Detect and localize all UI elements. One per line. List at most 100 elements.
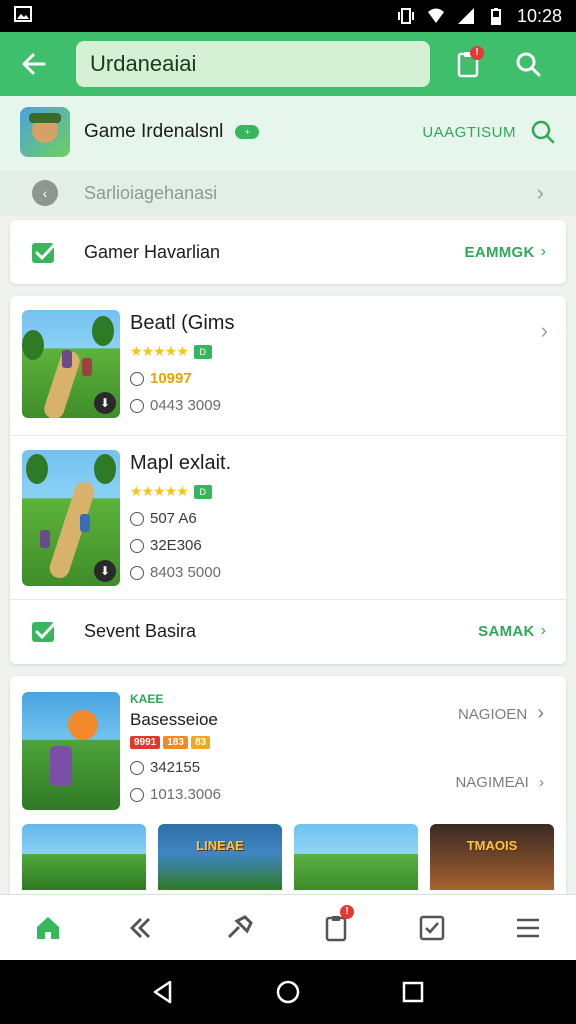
- arrow-left-icon: [22, 53, 46, 75]
- hammer-icon: [227, 914, 253, 938]
- clock-icon: [130, 398, 144, 413]
- search-input[interactable]: Urdaneaiai: [76, 41, 430, 87]
- game-2-price: 507 A6: [150, 510, 197, 527]
- sub-navigation-row[interactable]: ‹ Sarlioiagehanasi ›: [0, 170, 576, 216]
- screenshot-thumb[interactable]: [294, 824, 418, 890]
- game-list-item[interactable]: ⬇ Mapl exlait. ★★★★★ D 507 A6 32E306 840…: [10, 436, 566, 600]
- game-thumbnail: [20, 107, 70, 157]
- chevron-right-icon: ›: [540, 318, 548, 343]
- gamer-row-label: Gamer Havarlian: [84, 241, 221, 262]
- vibrate-icon: [397, 8, 414, 24]
- checkbox-icon: [32, 241, 58, 263]
- game-2-meta: 32E306: [150, 537, 202, 554]
- home-icon: [37, 916, 59, 939]
- coin-icon: [130, 371, 144, 386]
- servers-row[interactable]: Sevent Basira SAMAK ›: [10, 600, 566, 662]
- search-icon: [516, 52, 541, 77]
- rating-stars-icon: ★★★★★: [130, 343, 189, 359]
- nav-back-history[interactable]: [114, 903, 174, 953]
- game-1-tag: D: [193, 344, 212, 359]
- gallery-icon: [14, 5, 32, 22]
- clock-icon: [130, 760, 144, 775]
- system-back-button[interactable]: [138, 967, 188, 1017]
- screenshot-thumb[interactable]: TMAOIS: [430, 824, 554, 890]
- game-2-artwork: ⬇: [22, 450, 120, 586]
- featured-right-link-2[interactable]: NAGIMEAI: [455, 774, 528, 791]
- notification-badge: !: [470, 46, 484, 60]
- download-size-icon: [130, 787, 144, 802]
- notifications-button[interactable]: !: [446, 42, 490, 86]
- circle-home-icon: [276, 980, 300, 1004]
- servers-row-label: Sevent Basira: [84, 620, 197, 641]
- square-recents-icon: [403, 981, 424, 1003]
- reply-all-icon: [130, 917, 151, 938]
- back-button[interactable]: [12, 42, 56, 86]
- chevron-right-icon: ›: [540, 243, 546, 260]
- nav-tools[interactable]: [210, 903, 270, 953]
- app-bar: Urdaneaiai !: [0, 32, 576, 96]
- gamer-row[interactable]: Gamer Havarlian EAMMGK ›: [10, 220, 566, 284]
- system-recents-button[interactable]: [388, 967, 438, 1017]
- download-icon: ⬇: [94, 392, 116, 414]
- download-size-icon: [130, 565, 144, 580]
- screenshot-thumb[interactable]: LINEAE: [158, 824, 282, 890]
- search-icon[interactable]: [530, 119, 556, 145]
- featured-chip: 83: [190, 736, 211, 749]
- battery-icon: [490, 8, 501, 25]
- nav-badge: !: [340, 904, 354, 919]
- game-2-size: 8403 5000: [150, 564, 221, 581]
- download-icon: ⬇: [94, 560, 116, 582]
- chevron-right-icon: ›: [539, 774, 544, 791]
- signal-icon: [457, 8, 474, 24]
- game-header[interactable]: Game Irdenalsnl + UAAGTISUM: [0, 96, 576, 168]
- servers-row-link[interactable]: SAMAK: [478, 623, 535, 640]
- nav-clipboard[interactable]: !: [306, 903, 366, 953]
- screenshot-thumb[interactable]: [22, 824, 146, 890]
- nav-home[interactable]: [18, 903, 78, 953]
- clock: 10:28: [516, 5, 562, 26]
- chevron-left-icon[interactable]: ‹: [32, 180, 58, 206]
- menu-icon: [517, 918, 539, 937]
- screenshot-thumb-text: TMAOIS: [466, 838, 518, 853]
- status-bar: 10:28: [0, 0, 576, 32]
- checkbox-icon: [419, 915, 445, 940]
- featured-meta: 342155: [150, 759, 201, 776]
- screenshot-thumb-text: LINEAE: [196, 838, 244, 853]
- screenshot-strip: LINEAE TMAOIS: [10, 820, 566, 890]
- featured-item[interactable]: KAEE Basesseioe 9991 183 83 342155 1013.…: [10, 676, 566, 820]
- game-header-title: Game Irdenalsnl: [84, 121, 224, 142]
- featured-card: KAEE Basesseioe 9991 183 83 342155 1013.…: [10, 676, 566, 894]
- wifi-icon: [427, 8, 444, 23]
- game-2-title: Mapl exlait.: [130, 452, 232, 474]
- nav-tasks[interactable]: [402, 903, 462, 953]
- triangle-back-icon: [153, 980, 171, 1004]
- featured-chip: 183: [163, 736, 188, 749]
- nav-menu[interactable]: [498, 903, 558, 953]
- system-navigation: [0, 960, 576, 1024]
- game-1-title: Beatl (Gims: [130, 312, 235, 334]
- checkbox-icon: [32, 620, 58, 642]
- featured-size: 1013.3006: [150, 786, 221, 803]
- game-2-tag: D: [193, 484, 212, 499]
- game-header-action[interactable]: UAAGTISUM: [422, 124, 516, 141]
- system-home-button[interactable]: [263, 967, 313, 1017]
- chevron-right-icon: ›: [536, 180, 544, 205]
- search-button[interactable]: [506, 42, 550, 86]
- games-card: ⬇ Beatl (Gims ★★★★★ D 10997 0443 3009 › …: [10, 296, 566, 664]
- chevron-right-icon: ›: [537, 702, 544, 724]
- featured-chip: 9991: [130, 736, 161, 749]
- bottom-navigation: !: [0, 894, 576, 960]
- chevron-right-icon: ›: [540, 622, 546, 639]
- gamer-card: Gamer Havarlian EAMMGK ›: [10, 220, 566, 284]
- gamer-row-link[interactable]: EAMMGK: [465, 244, 535, 261]
- game-1-meta: 0443 3009: [150, 397, 221, 414]
- check-circle-icon: [130, 511, 144, 526]
- rating-stars-icon: ★★★★★: [130, 483, 189, 499]
- search-input-value: Urdaneaiai: [90, 51, 197, 76]
- clock-icon: [130, 538, 144, 553]
- sub-row-label: Sarlioiagehanasi: [84, 182, 218, 203]
- game-1-price: 10997: [150, 370, 192, 387]
- featured-right-link[interactable]: NAGIOEN: [458, 706, 527, 723]
- status-pill: +: [235, 125, 260, 139]
- game-list-item[interactable]: ⬇ Beatl (Gims ★★★★★ D 10997 0443 3009 ›: [10, 296, 566, 436]
